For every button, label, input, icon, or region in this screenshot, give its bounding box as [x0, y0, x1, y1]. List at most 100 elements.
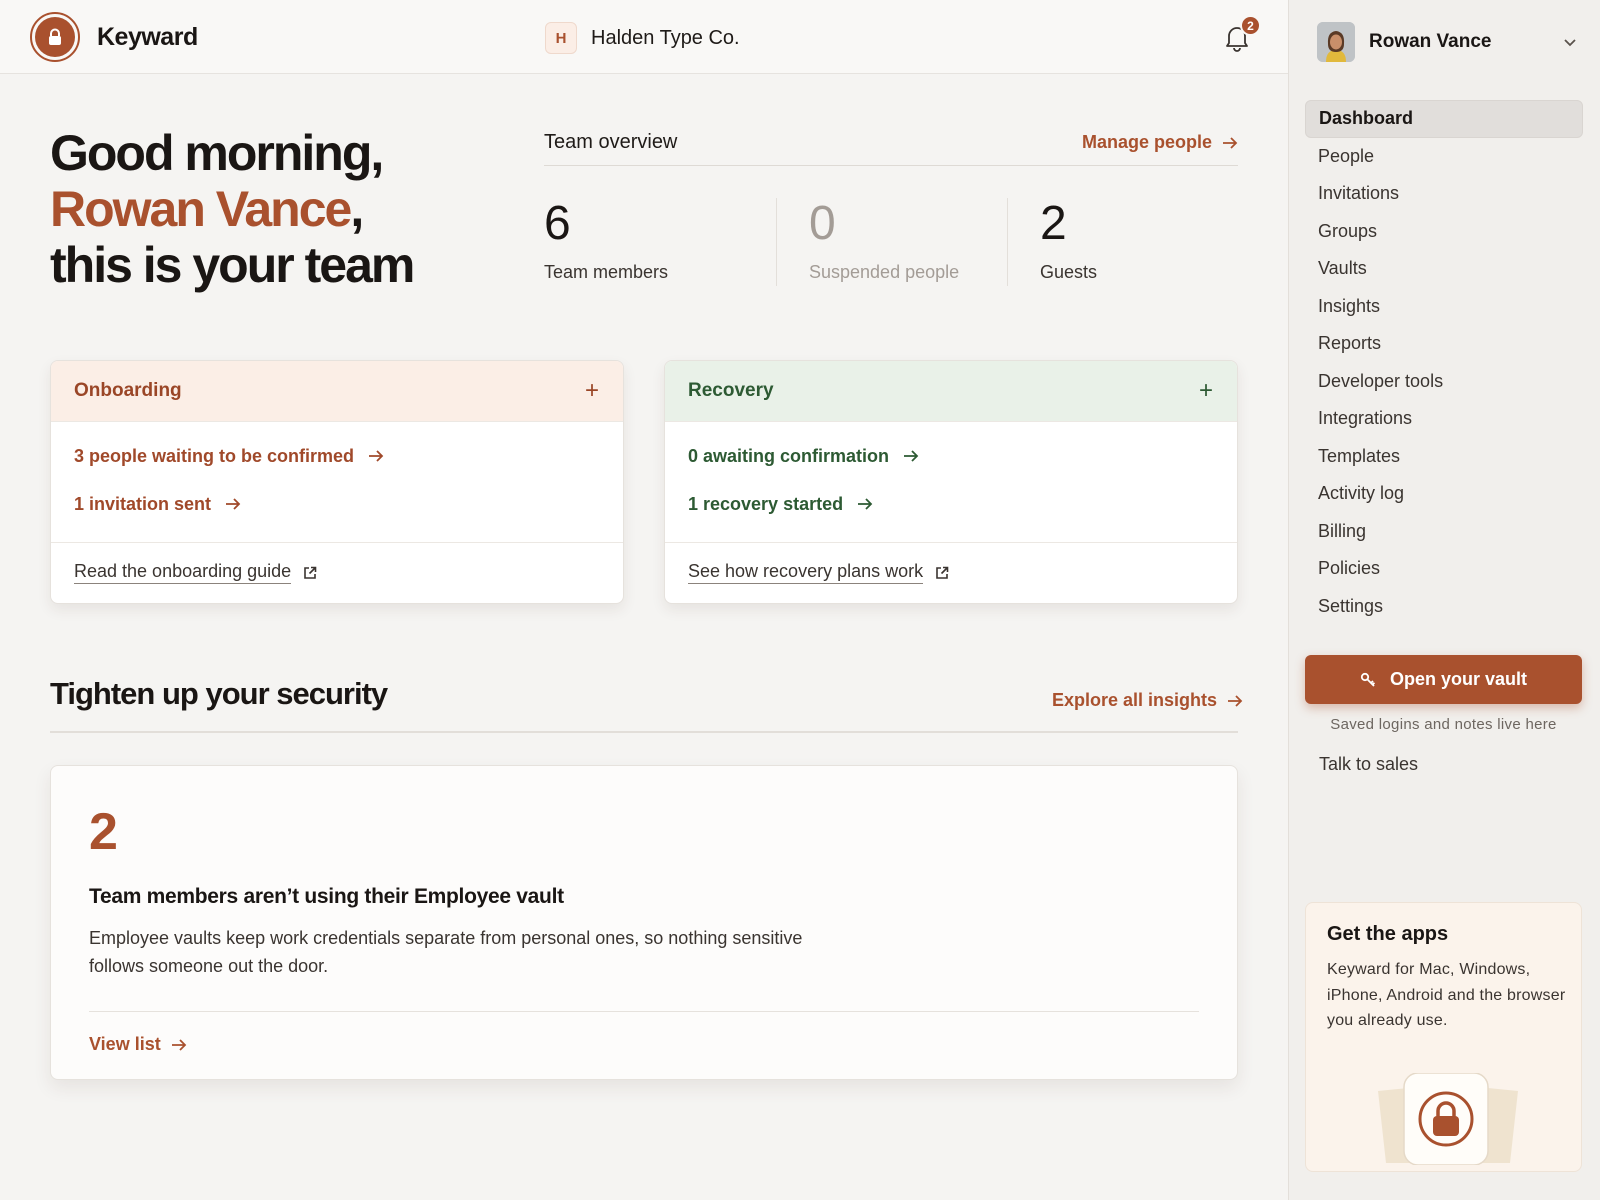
recovery-card-body: 0 awaiting confirmation 1 recovery start… — [665, 422, 1237, 543]
stat-guests[interactable]: 2 Guests — [1008, 198, 1238, 286]
greeting-line-1: Good morning, — [50, 125, 384, 181]
sidebar-item-developer-tools[interactable]: Developer tools — [1305, 363, 1583, 401]
onboarding-card: Onboarding + 3 people waiting to be conf… — [50, 360, 624, 604]
top-bar: Keyward H Halden Type Co. 2 — [0, 0, 1288, 74]
sidebar-item-invitations[interactable]: Invitations — [1305, 175, 1583, 213]
security-heading: Tighten up your security — [50, 676, 388, 711]
brand[interactable]: Keyward — [30, 12, 198, 62]
team-overview-header: Team overview Manage people — [544, 120, 1238, 166]
view-list-link[interactable]: View list — [89, 1034, 187, 1055]
vault-caption: Saved logins and notes live here — [1330, 716, 1557, 733]
stat-team-members[interactable]: 6 Team members — [544, 198, 776, 286]
get-apps-title: Get the apps — [1327, 923, 1449, 945]
recovery-started-link[interactable]: 1 recovery started — [688, 480, 1214, 528]
greeting-heading: Good morning, Rowan Vance, this is your … — [50, 125, 415, 293]
lock-icon — [35, 17, 75, 57]
explore-insights-link[interactable]: Explore all insights — [1052, 690, 1243, 711]
insight-title: Team members aren’t using their Employee… — [89, 885, 564, 908]
onboarding-invitations-link[interactable]: 1 invitation sent — [74, 480, 600, 528]
add-onboarding-button[interactable]: + — [585, 379, 599, 403]
organization-switcher[interactable]: H Halden Type Co. — [545, 22, 740, 54]
explore-insights-label: Explore all insights — [1052, 690, 1218, 710]
insight-divider — [89, 1011, 1199, 1012]
stat-suspended-people[interactable]: 0 Suspended people — [777, 198, 1007, 286]
onboarding-guide-link[interactable]: Read the onboarding guide — [51, 543, 623, 602]
view-list-label: View list — [89, 1034, 161, 1054]
stat-label: Team members — [544, 262, 669, 282]
greeting-line-3: this is your team — [50, 237, 415, 293]
greeting-user-name: Rowan Vance — [50, 181, 352, 237]
brand-name: Keyward — [97, 22, 198, 51]
sidebar-item-groups[interactable]: Groups — [1305, 213, 1583, 251]
recovery-awaiting-link[interactable]: 0 awaiting confirmation — [688, 432, 1214, 480]
security-divider — [50, 731, 1238, 733]
sidebar-item-activity-log[interactable]: Activity log — [1305, 475, 1583, 513]
arrow-right-icon — [904, 450, 919, 462]
user-name: Rowan Vance — [1369, 31, 1492, 52]
arrow-right-icon — [226, 498, 241, 510]
manage-people-label: Manage people — [1081, 132, 1212, 152]
recovery-guide-link[interactable]: See how recovery plans work — [665, 543, 1237, 602]
stat-label: Suspended people — [809, 262, 960, 282]
org-name: Halden Type Co. — [591, 26, 740, 49]
sidebar-nav: Dashboard People Invitations Groups Vaul… — [1305, 100, 1583, 625]
notification-badge: 2 — [1240, 15, 1261, 36]
add-recovery-button[interactable]: + — [1199, 379, 1213, 403]
user-menu[interactable]: Rowan Vance — [1317, 22, 1577, 62]
stat-value: 6 — [544, 197, 571, 250]
insight-count: 2 — [89, 803, 118, 861]
onboarding-card-body: 3 people waiting to be confirmed 1 invit… — [51, 422, 623, 543]
brand-logo — [30, 12, 80, 62]
sidebar-item-integrations[interactable]: Integrations — [1305, 400, 1583, 438]
arrow-right-icon — [1228, 694, 1243, 707]
sidebar-item-billing[interactable]: Billing — [1305, 513, 1583, 551]
sidebar: Rowan Vance Dashboard People Invitations… — [1288, 0, 1600, 1200]
get-apps-description: Keyward for Mac, Windows, iPhone, Androi… — [1327, 961, 1566, 1029]
insight-card: 2 Team members aren’t using their Employ… — [50, 765, 1238, 1080]
org-badge: H — [545, 22, 577, 54]
arrow-right-icon — [369, 450, 384, 462]
onboarding-title: Onboarding — [74, 380, 182, 401]
avatar — [1317, 22, 1355, 62]
team-stats: 6 Team members 0 Suspended people 2 Gues… — [544, 198, 1238, 286]
external-link-icon — [936, 566, 949, 579]
stat-value: 2 — [1040, 197, 1067, 250]
insight-description: Employee vaults keep work credentials se… — [89, 928, 803, 976]
manage-people-link[interactable]: Manage people — [1082, 132, 1238, 153]
recovery-started-label: 1 recovery started — [688, 493, 844, 514]
team-overview: Team overview Manage people 6 Team membe… — [544, 120, 1238, 286]
sidebar-item-dashboard[interactable]: Dashboard — [1305, 100, 1583, 138]
external-link-icon — [304, 566, 317, 579]
sidebar-item-policies[interactable]: Policies — [1305, 550, 1583, 588]
open-vault-button[interactable]: Open your vault — [1305, 655, 1582, 704]
onboarding-pending-link[interactable]: 3 people waiting to be confirmed — [74, 432, 600, 480]
greeting-line-2: Rowan Vance, — [50, 181, 413, 237]
sidebar-item-reports[interactable]: Reports — [1305, 325, 1583, 363]
arrow-right-icon — [858, 498, 873, 510]
greeting-comma: , — [350, 181, 364, 237]
onboarding-invitations-label: 1 invitation sent — [74, 493, 212, 514]
get-apps-card[interactable]: Get the apps Keyward for Mac, Windows, i… — [1305, 902, 1582, 1172]
onboarding-guide-label: Read the onboarding guide — [74, 561, 292, 584]
onboarding-pending-label: 3 people waiting to be confirmed — [74, 445, 355, 466]
sidebar-item-settings[interactable]: Settings — [1305, 588, 1583, 626]
open-vault-label: Open your vault — [1389, 669, 1528, 689]
sidebar-item-vaults[interactable]: Vaults — [1305, 250, 1583, 288]
arrow-right-icon — [1223, 136, 1238, 149]
onboarding-card-header: Onboarding + — [51, 361, 623, 422]
recovery-guide-label: See how recovery plans work — [688, 561, 924, 584]
recovery-card-header: Recovery + — [665, 361, 1237, 422]
recovery-title: Recovery — [688, 380, 774, 401]
recovery-card: Recovery + 0 awaiting confirmation 1 rec… — [664, 360, 1238, 604]
key-icon — [1360, 672, 1376, 687]
sidebar-item-templates[interactable]: Templates — [1305, 438, 1583, 476]
app-illustration-icon — [1378, 1073, 1518, 1165]
sidebar-item-people[interactable]: People — [1305, 138, 1583, 176]
chevron-down-icon — [1564, 39, 1576, 47]
stat-value: 0 — [809, 197, 836, 250]
arrow-right-icon — [171, 1038, 186, 1051]
sidebar-item-insights[interactable]: Insights — [1305, 288, 1583, 326]
talk-to-sales-link[interactable]: Talk to sales — [1319, 754, 1418, 775]
team-overview-title: Team overview — [544, 131, 678, 153]
stat-label: Guests — [1040, 262, 1098, 282]
